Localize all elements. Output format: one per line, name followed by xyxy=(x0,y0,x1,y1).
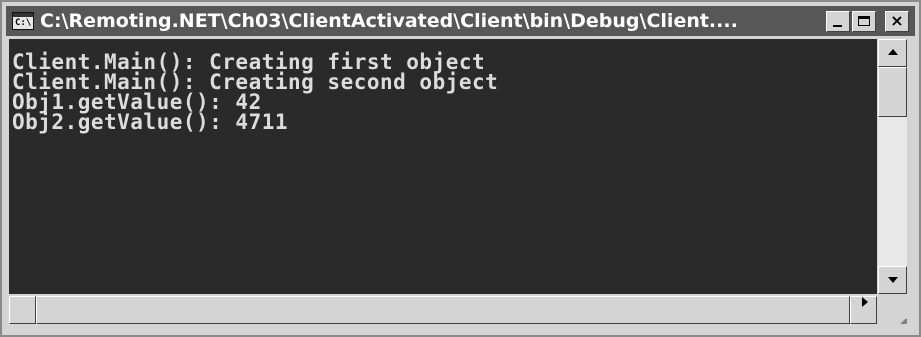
title-bar[interactable]: C:\ C:\Remoting.NET\Ch03\ClientActivated… xyxy=(6,6,915,36)
scroll-right-button[interactable] xyxy=(850,296,877,324)
maximize-button[interactable] xyxy=(852,11,876,32)
scroll-left-button[interactable] xyxy=(9,296,43,324)
console-output[interactable]: Client.Main(): Creating first object Cli… xyxy=(9,39,877,294)
vertical-scroll-thumb[interactable] xyxy=(878,67,907,117)
horizontal-scroll-thumb[interactable] xyxy=(36,296,850,324)
close-icon: × xyxy=(890,11,904,30)
console-text: Client.Main(): Creating first object Cli… xyxy=(9,39,877,134)
window-title: C:\Remoting.NET\Ch03\ClientActivated\Cli… xyxy=(40,10,738,32)
vertical-scrollbar[interactable] xyxy=(878,39,907,294)
console-window: C:\ C:\Remoting.NET\Ch03\ClientActivated… xyxy=(0,0,921,337)
resize-grip-icon[interactable] xyxy=(878,296,907,324)
console-app-icon[interactable]: C:\ xyxy=(12,12,34,30)
maximize-icon xyxy=(858,16,870,26)
scroll-up-button[interactable] xyxy=(878,39,907,67)
arrow-down-icon xyxy=(888,277,898,283)
arrow-up-icon xyxy=(888,49,898,55)
minimize-icon xyxy=(833,25,842,27)
console-icon-glyph: C:\ xyxy=(15,18,32,28)
horizontal-scrollbar[interactable] xyxy=(9,296,877,324)
close-button[interactable]: × xyxy=(885,11,909,32)
minimize-button[interactable] xyxy=(826,11,850,32)
scroll-down-button[interactable] xyxy=(878,266,907,294)
console-line: Obj2.getValue(): 4711 xyxy=(12,110,289,134)
